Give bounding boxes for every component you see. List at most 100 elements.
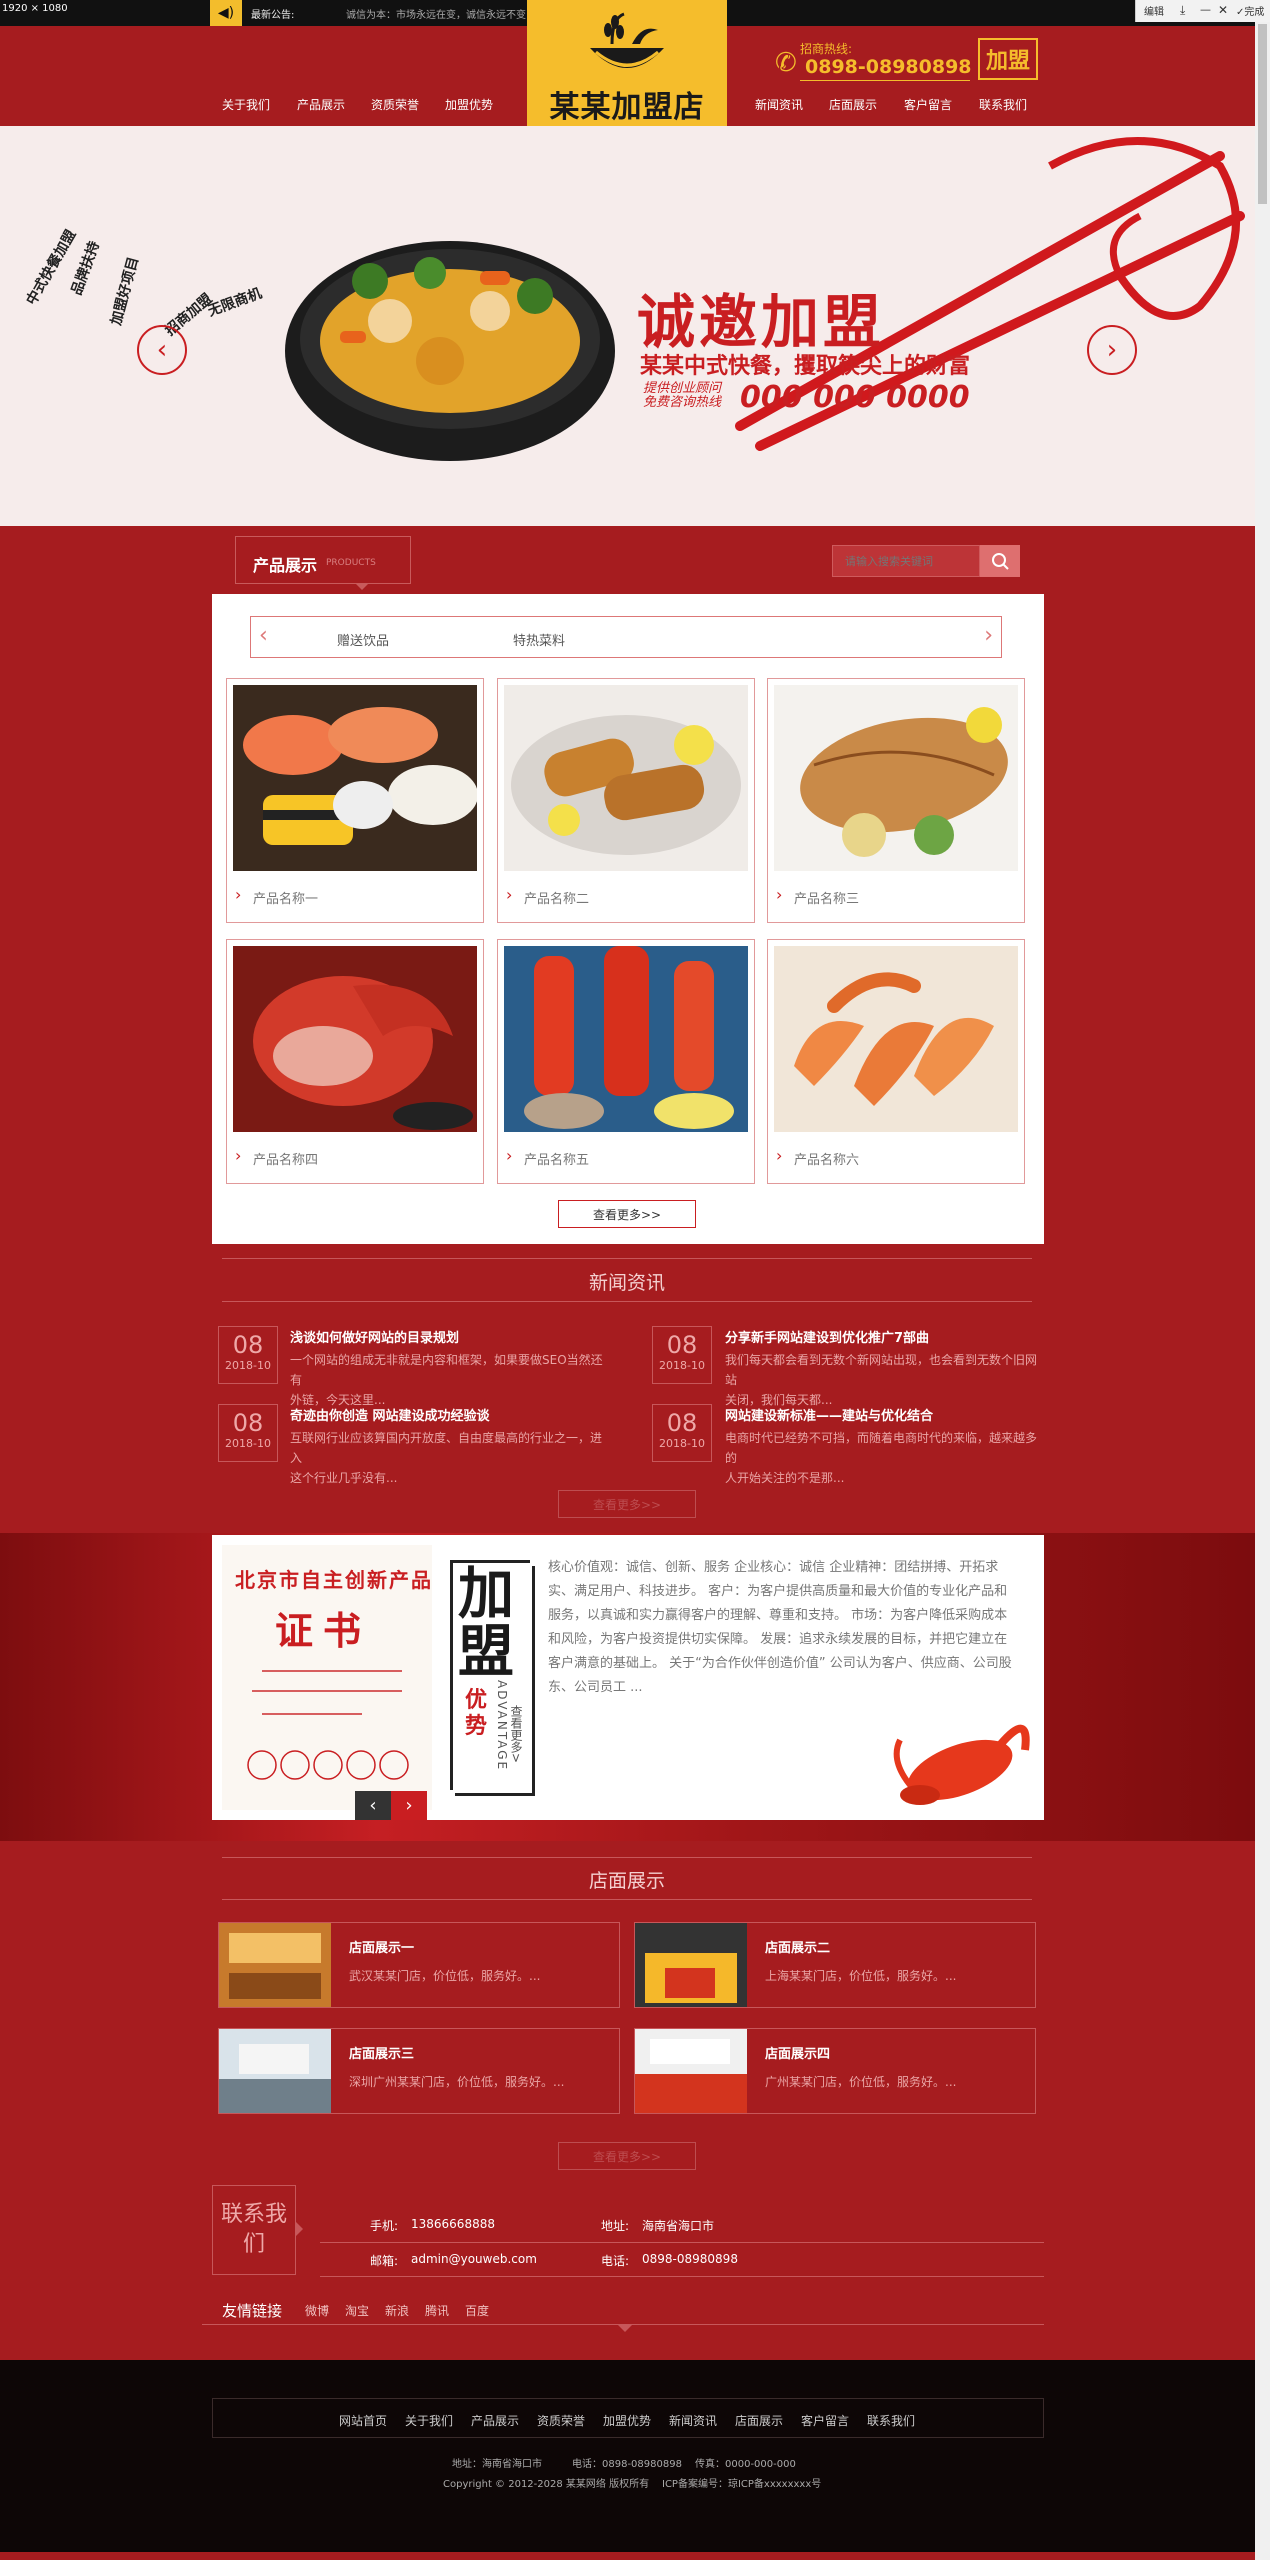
contact-email[interactable]: admin@youweb.com: [411, 2252, 537, 2266]
store-card[interactable]: 店面展示二 上海某某门店，价位低，服务好。...: [634, 1922, 1036, 2008]
news-item-title[interactable]: 浅谈如何做好网站的目录规划: [290, 1327, 459, 1346]
friend-link[interactable]: 微博: [305, 2302, 329, 2319]
friend-link[interactable]: 新浪: [385, 2302, 409, 2319]
category-next-icon[interactable]: ›: [984, 623, 993, 648]
advantage-more-link[interactable]: 查看更多>: [508, 1705, 525, 1763]
notice-text: 诚信为本：市场永远在变，诚信永远不变: [346, 10, 526, 21]
nav-advantage[interactable]: 加盟优势: [445, 96, 493, 113]
footer-nav-products[interactable]: 产品展示: [471, 2412, 519, 2429]
nav-news[interactable]: 新闻资讯: [755, 96, 803, 113]
minimize-icon[interactable]: —: [1200, 3, 1211, 16]
search-button[interactable]: [980, 545, 1020, 577]
footer-icp[interactable]: ICP备案编号：琼ICP备xxxxxxxx号: [662, 2475, 821, 2490]
footer-nav-stores[interactable]: 店面展示: [735, 2412, 783, 2429]
footer-nav-home[interactable]: 网站首页: [339, 2412, 387, 2429]
news-item-desc-line: 电商时代已经势不可挡，而随着电商时代的来临，越来越多的: [725, 1431, 1038, 1465]
products-title: 产品展示: [253, 556, 318, 575]
join-badge[interactable]: 加盟: [978, 38, 1038, 80]
close-icon[interactable]: ✕: [1218, 3, 1228, 17]
page-scrollbar[interactable]: [1255, 22, 1270, 2560]
store-image: [635, 1923, 747, 2007]
product-name: 产品名称四: [253, 1153, 319, 1168]
chevron-right-icon: ›: [235, 885, 242, 904]
search-input[interactable]: [832, 545, 980, 577]
news-item-desc-line: 互联网行业应该算国内开放度、自由度最高的行业之一，进入: [290, 1431, 603, 1465]
nav-about[interactable]: 关于我们: [222, 96, 270, 113]
news-item-title[interactable]: 奇迹由你创造 网站建设成功经验谈: [290, 1405, 490, 1424]
advantage-next-button[interactable]: ›: [391, 1791, 427, 1820]
product-image-seafood-platter: [504, 946, 748, 1132]
news-item-title[interactable]: 分享新手网站建设到优化推广7部曲: [725, 1327, 929, 1346]
product-card[interactable]: › 产品名称六: [767, 939, 1025, 1184]
products-more-button[interactable]: 查看更多>>: [558, 1200, 696, 1228]
news-item-desc: 互联网行业应该算国内开放度、自由度最高的行业之一，进入 这个行业几乎没有...: [290, 1428, 610, 1488]
lobster-image: [893, 1724, 1030, 1805]
news-month: 2018-10: [659, 1437, 705, 1450]
friend-link[interactable]: 淘宝: [345, 2302, 369, 2319]
download-icon[interactable]: ⤓: [1180, 3, 1185, 18]
news-day: 08: [232, 1331, 264, 1359]
friend-link[interactable]: 百度: [465, 2302, 489, 2319]
footer-nav-messages[interactable]: 客户留言: [801, 2412, 849, 2429]
banner-hotline-line-1: 提供创业顾问: [643, 381, 722, 396]
contact-box: 联系我们: [212, 2185, 296, 2275]
footer-nav-honors[interactable]: 资质荣誉: [537, 2412, 585, 2429]
banner-subtitle: 某某中式快餐，攫取筷尖上的财富: [640, 354, 971, 379]
category-prev-icon[interactable]: ‹: [259, 623, 268, 648]
footer-nav-news[interactable]: 新闻资讯: [669, 2412, 717, 2429]
stores-divider: [222, 1857, 1032, 1858]
category-drinks[interactable]: 赠送饮品: [337, 630, 389, 649]
news-more-button[interactable]: 查看更多>>: [558, 1490, 696, 1518]
footer-nav-about[interactable]: 关于我们: [405, 2412, 453, 2429]
category-hot-dishes[interactable]: 特热菜料: [513, 630, 565, 649]
scrollbar-thumb[interactable]: [1258, 24, 1267, 204]
store-desc: 广州某某门店，价位低，服务好。...: [765, 2075, 957, 2089]
stores-divider: [222, 1899, 1032, 1900]
category-bar: ‹ 赠送饮品 特热菜料 ›: [250, 616, 1002, 658]
nav-honors[interactable]: 资质荣誉: [371, 96, 419, 113]
product-card[interactable]: › 产品名称一: [226, 678, 484, 923]
stores-title: 店面展示: [588, 1870, 665, 1892]
nav-messages[interactable]: 客户留言: [904, 96, 952, 113]
nav-stores[interactable]: 店面展示: [829, 96, 877, 113]
product-name: 产品名称五: [524, 1153, 590, 1168]
viewer-toolbar: 编辑 ⤓ — ✕ ✓完成: [1135, 0, 1270, 22]
product-card[interactable]: › 产品名称二: [497, 678, 755, 923]
logo-text: 某某加盟店: [549, 90, 705, 125]
speaker-icon: ◀): [210, 0, 242, 26]
products-subtitle: PRODUCTS: [326, 558, 376, 568]
store-card[interactable]: 店面展示一 武汉某某门店，价位低，服务好。...: [218, 1922, 620, 2008]
product-card[interactable]: › 产品名称四: [226, 939, 484, 1184]
news-date: 08 2018-10: [218, 1326, 278, 1384]
nav-products[interactable]: 产品展示: [297, 96, 345, 113]
done-button[interactable]: ✓完成: [1236, 3, 1264, 18]
store-image: [219, 1923, 331, 2007]
product-name: 产品名称三: [794, 892, 860, 907]
news-month: 2018-10: [225, 1359, 271, 1372]
contact-phone: 13866668888: [411, 2217, 495, 2231]
friend-link[interactable]: 腾讯: [425, 2302, 449, 2319]
store-card[interactable]: 店面展示三 深圳广州某某门店，价位低，服务好。...: [218, 2028, 620, 2114]
banner-prev-button[interactable]: ‹: [137, 325, 187, 375]
svg-text:中式快餐加盟: 中式快餐加盟: [23, 227, 80, 308]
banner-next-button[interactable]: ›: [1087, 325, 1137, 375]
news-day: 08: [232, 1409, 264, 1437]
product-card[interactable]: › 产品名称五: [497, 939, 755, 1184]
product-card[interactable]: › 产品名称三: [767, 678, 1025, 923]
advantage-heading-2: 优势: [465, 1688, 488, 1739]
advantage-prev-button[interactable]: ‹: [355, 1791, 391, 1820]
news-month: 2018-10: [659, 1359, 705, 1372]
nav-contact[interactable]: 联系我们: [979, 96, 1027, 113]
news-item-title[interactable]: 网站建设新标准——建站与优化结合: [725, 1405, 933, 1424]
contact-pointer: [296, 2222, 303, 2236]
product-name: 产品名称二: [524, 892, 590, 907]
edit-button[interactable]: 编辑: [1144, 3, 1164, 18]
store-card[interactable]: 店面展示四 广州某某门店，价位低，服务好。...: [634, 2028, 1036, 2114]
banner-hotline-label: 提供创业顾问 免费咨询热线: [643, 382, 721, 410]
news-item-desc: 一个网站的组成无非就是内容和框架，如果要做SEO当然还有 外链，今天这里...: [290, 1350, 610, 1410]
news-month: 2018-10: [225, 1437, 271, 1450]
footer-nav-contact[interactable]: 联系我们: [867, 2412, 915, 2429]
footer-nav-advantage[interactable]: 加盟优势: [603, 2412, 651, 2429]
news-item-desc: 我们每天都会看到无数个新网站出现，也会看到无数个旧网站 关闭，我们每天都...: [725, 1350, 1045, 1410]
stores-more-button[interactable]: 查看更多>>: [558, 2142, 696, 2170]
